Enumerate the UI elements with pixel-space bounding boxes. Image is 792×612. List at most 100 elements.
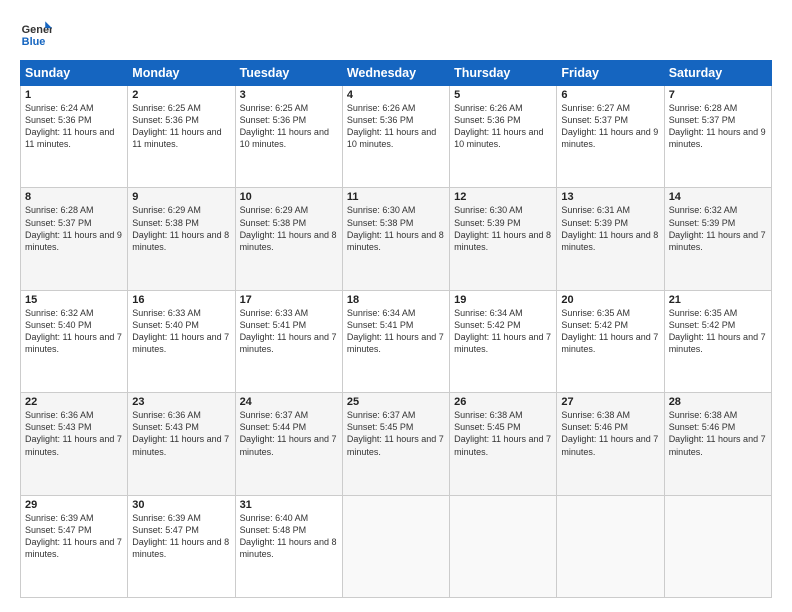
page: General Blue SundayMondayTuesdayWednesda… (0, 0, 792, 612)
calendar-cell: 27 Sunrise: 6:38 AMSunset: 5:46 PMDaylig… (557, 393, 664, 495)
calendar-cell: 26 Sunrise: 6:38 AMSunset: 5:45 PMDaylig… (450, 393, 557, 495)
calendar-cell: 9 Sunrise: 6:29 AMSunset: 5:38 PMDayligh… (128, 188, 235, 290)
calendar-cell: 23 Sunrise: 6:36 AMSunset: 5:43 PMDaylig… (128, 393, 235, 495)
day-number: 17 (240, 294, 338, 306)
calendar-cell: 14 Sunrise: 6:32 AMSunset: 5:39 PMDaylig… (664, 188, 771, 290)
cell-info: Sunrise: 6:32 AMSunset: 5:40 PMDaylight:… (25, 307, 123, 356)
cell-info: Sunrise: 6:36 AMSunset: 5:43 PMDaylight:… (25, 409, 123, 458)
calendar-cell: 2 Sunrise: 6:25 AMSunset: 5:36 PMDayligh… (128, 86, 235, 188)
cell-info: Sunrise: 6:27 AMSunset: 5:37 PMDaylight:… (561, 102, 659, 151)
day-number: 28 (669, 396, 767, 408)
calendar-cell: 21 Sunrise: 6:35 AMSunset: 5:42 PMDaylig… (664, 290, 771, 392)
day-header-sunday: Sunday (21, 61, 128, 86)
calendar-cell: 11 Sunrise: 6:30 AMSunset: 5:38 PMDaylig… (342, 188, 449, 290)
day-number: 4 (347, 89, 445, 101)
cell-info: Sunrise: 6:31 AMSunset: 5:39 PMDaylight:… (561, 204, 659, 253)
calendar-cell: 6 Sunrise: 6:27 AMSunset: 5:37 PMDayligh… (557, 86, 664, 188)
calendar-cell: 8 Sunrise: 6:28 AMSunset: 5:37 PMDayligh… (21, 188, 128, 290)
day-number: 18 (347, 294, 445, 306)
cell-info: Sunrise: 6:39 AMSunset: 5:47 PMDaylight:… (25, 512, 123, 561)
day-number: 23 (132, 396, 230, 408)
calendar-cell: 18 Sunrise: 6:34 AMSunset: 5:41 PMDaylig… (342, 290, 449, 392)
day-header-tuesday: Tuesday (235, 61, 342, 86)
calendar-cell: 30 Sunrise: 6:39 AMSunset: 5:47 PMDaylig… (128, 495, 235, 597)
day-header-thursday: Thursday (450, 61, 557, 86)
cell-info: Sunrise: 6:38 AMSunset: 5:46 PMDaylight:… (561, 409, 659, 458)
logo-icon: General Blue (20, 18, 52, 50)
cell-info: Sunrise: 6:25 AMSunset: 5:36 PMDaylight:… (132, 102, 230, 151)
day-number: 5 (454, 89, 552, 101)
day-number: 11 (347, 191, 445, 203)
calendar-cell: 31 Sunrise: 6:40 AMSunset: 5:48 PMDaylig… (235, 495, 342, 597)
cell-info: Sunrise: 6:32 AMSunset: 5:39 PMDaylight:… (669, 204, 767, 253)
calendar-cell: 29 Sunrise: 6:39 AMSunset: 5:47 PMDaylig… (21, 495, 128, 597)
week-row-4: 22 Sunrise: 6:36 AMSunset: 5:43 PMDaylig… (21, 393, 772, 495)
day-number: 29 (25, 499, 123, 511)
cell-info: Sunrise: 6:38 AMSunset: 5:46 PMDaylight:… (669, 409, 767, 458)
day-number: 7 (669, 89, 767, 101)
calendar-cell: 22 Sunrise: 6:36 AMSunset: 5:43 PMDaylig… (21, 393, 128, 495)
cell-info: Sunrise: 6:34 AMSunset: 5:42 PMDaylight:… (454, 307, 552, 356)
header: General Blue (20, 18, 772, 50)
day-number: 2 (132, 89, 230, 101)
week-row-1: 1 Sunrise: 6:24 AMSunset: 5:36 PMDayligh… (21, 86, 772, 188)
cell-info: Sunrise: 6:39 AMSunset: 5:47 PMDaylight:… (132, 512, 230, 561)
day-number: 15 (25, 294, 123, 306)
cell-info: Sunrise: 6:34 AMSunset: 5:41 PMDaylight:… (347, 307, 445, 356)
cell-info: Sunrise: 6:29 AMSunset: 5:38 PMDaylight:… (240, 204, 338, 253)
cell-info: Sunrise: 6:37 AMSunset: 5:45 PMDaylight:… (347, 409, 445, 458)
day-number: 12 (454, 191, 552, 203)
week-row-2: 8 Sunrise: 6:28 AMSunset: 5:37 PMDayligh… (21, 188, 772, 290)
cell-info: Sunrise: 6:40 AMSunset: 5:48 PMDaylight:… (240, 512, 338, 561)
week-row-5: 29 Sunrise: 6:39 AMSunset: 5:47 PMDaylig… (21, 495, 772, 597)
day-number: 22 (25, 396, 123, 408)
cell-info: Sunrise: 6:29 AMSunset: 5:38 PMDaylight:… (132, 204, 230, 253)
day-number: 9 (132, 191, 230, 203)
day-number: 25 (347, 396, 445, 408)
day-number: 24 (240, 396, 338, 408)
calendar-cell: 10 Sunrise: 6:29 AMSunset: 5:38 PMDaylig… (235, 188, 342, 290)
calendar-cell: 5 Sunrise: 6:26 AMSunset: 5:36 PMDayligh… (450, 86, 557, 188)
cell-info: Sunrise: 6:38 AMSunset: 5:45 PMDaylight:… (454, 409, 552, 458)
logo: General Blue (20, 18, 56, 50)
day-number: 20 (561, 294, 659, 306)
calendar-cell: 12 Sunrise: 6:30 AMSunset: 5:39 PMDaylig… (450, 188, 557, 290)
calendar-cell: 1 Sunrise: 6:24 AMSunset: 5:36 PMDayligh… (21, 86, 128, 188)
day-header-saturday: Saturday (664, 61, 771, 86)
cell-info: Sunrise: 6:36 AMSunset: 5:43 PMDaylight:… (132, 409, 230, 458)
week-row-3: 15 Sunrise: 6:32 AMSunset: 5:40 PMDaylig… (21, 290, 772, 392)
cell-info: Sunrise: 6:28 AMSunset: 5:37 PMDaylight:… (25, 204, 123, 253)
calendar-cell: 20 Sunrise: 6:35 AMSunset: 5:42 PMDaylig… (557, 290, 664, 392)
calendar-cell: 13 Sunrise: 6:31 AMSunset: 5:39 PMDaylig… (557, 188, 664, 290)
calendar: SundayMondayTuesdayWednesdayThursdayFrid… (20, 60, 772, 598)
cell-info: Sunrise: 6:30 AMSunset: 5:39 PMDaylight:… (454, 204, 552, 253)
calendar-cell (664, 495, 771, 597)
day-number: 3 (240, 89, 338, 101)
calendar-cell: 28 Sunrise: 6:38 AMSunset: 5:46 PMDaylig… (664, 393, 771, 495)
day-number: 26 (454, 396, 552, 408)
cell-info: Sunrise: 6:37 AMSunset: 5:44 PMDaylight:… (240, 409, 338, 458)
calendar-cell (557, 495, 664, 597)
day-number: 27 (561, 396, 659, 408)
cell-info: Sunrise: 6:28 AMSunset: 5:37 PMDaylight:… (669, 102, 767, 151)
calendar-cell (342, 495, 449, 597)
calendar-cell: 4 Sunrise: 6:26 AMSunset: 5:36 PMDayligh… (342, 86, 449, 188)
day-number: 30 (132, 499, 230, 511)
calendar-cell: 19 Sunrise: 6:34 AMSunset: 5:42 PMDaylig… (450, 290, 557, 392)
day-number: 1 (25, 89, 123, 101)
cell-info: Sunrise: 6:35 AMSunset: 5:42 PMDaylight:… (669, 307, 767, 356)
calendar-cell: 15 Sunrise: 6:32 AMSunset: 5:40 PMDaylig… (21, 290, 128, 392)
day-header-friday: Friday (557, 61, 664, 86)
calendar-cell (450, 495, 557, 597)
day-number: 16 (132, 294, 230, 306)
cell-info: Sunrise: 6:25 AMSunset: 5:36 PMDaylight:… (240, 102, 338, 151)
calendar-cell: 24 Sunrise: 6:37 AMSunset: 5:44 PMDaylig… (235, 393, 342, 495)
cell-info: Sunrise: 6:35 AMSunset: 5:42 PMDaylight:… (561, 307, 659, 356)
calendar-cell: 7 Sunrise: 6:28 AMSunset: 5:37 PMDayligh… (664, 86, 771, 188)
day-header-wednesday: Wednesday (342, 61, 449, 86)
calendar-cell: 16 Sunrise: 6:33 AMSunset: 5:40 PMDaylig… (128, 290, 235, 392)
cell-info: Sunrise: 6:26 AMSunset: 5:36 PMDaylight:… (454, 102, 552, 151)
day-number: 14 (669, 191, 767, 203)
calendar-cell: 17 Sunrise: 6:33 AMSunset: 5:41 PMDaylig… (235, 290, 342, 392)
day-header-monday: Monday (128, 61, 235, 86)
